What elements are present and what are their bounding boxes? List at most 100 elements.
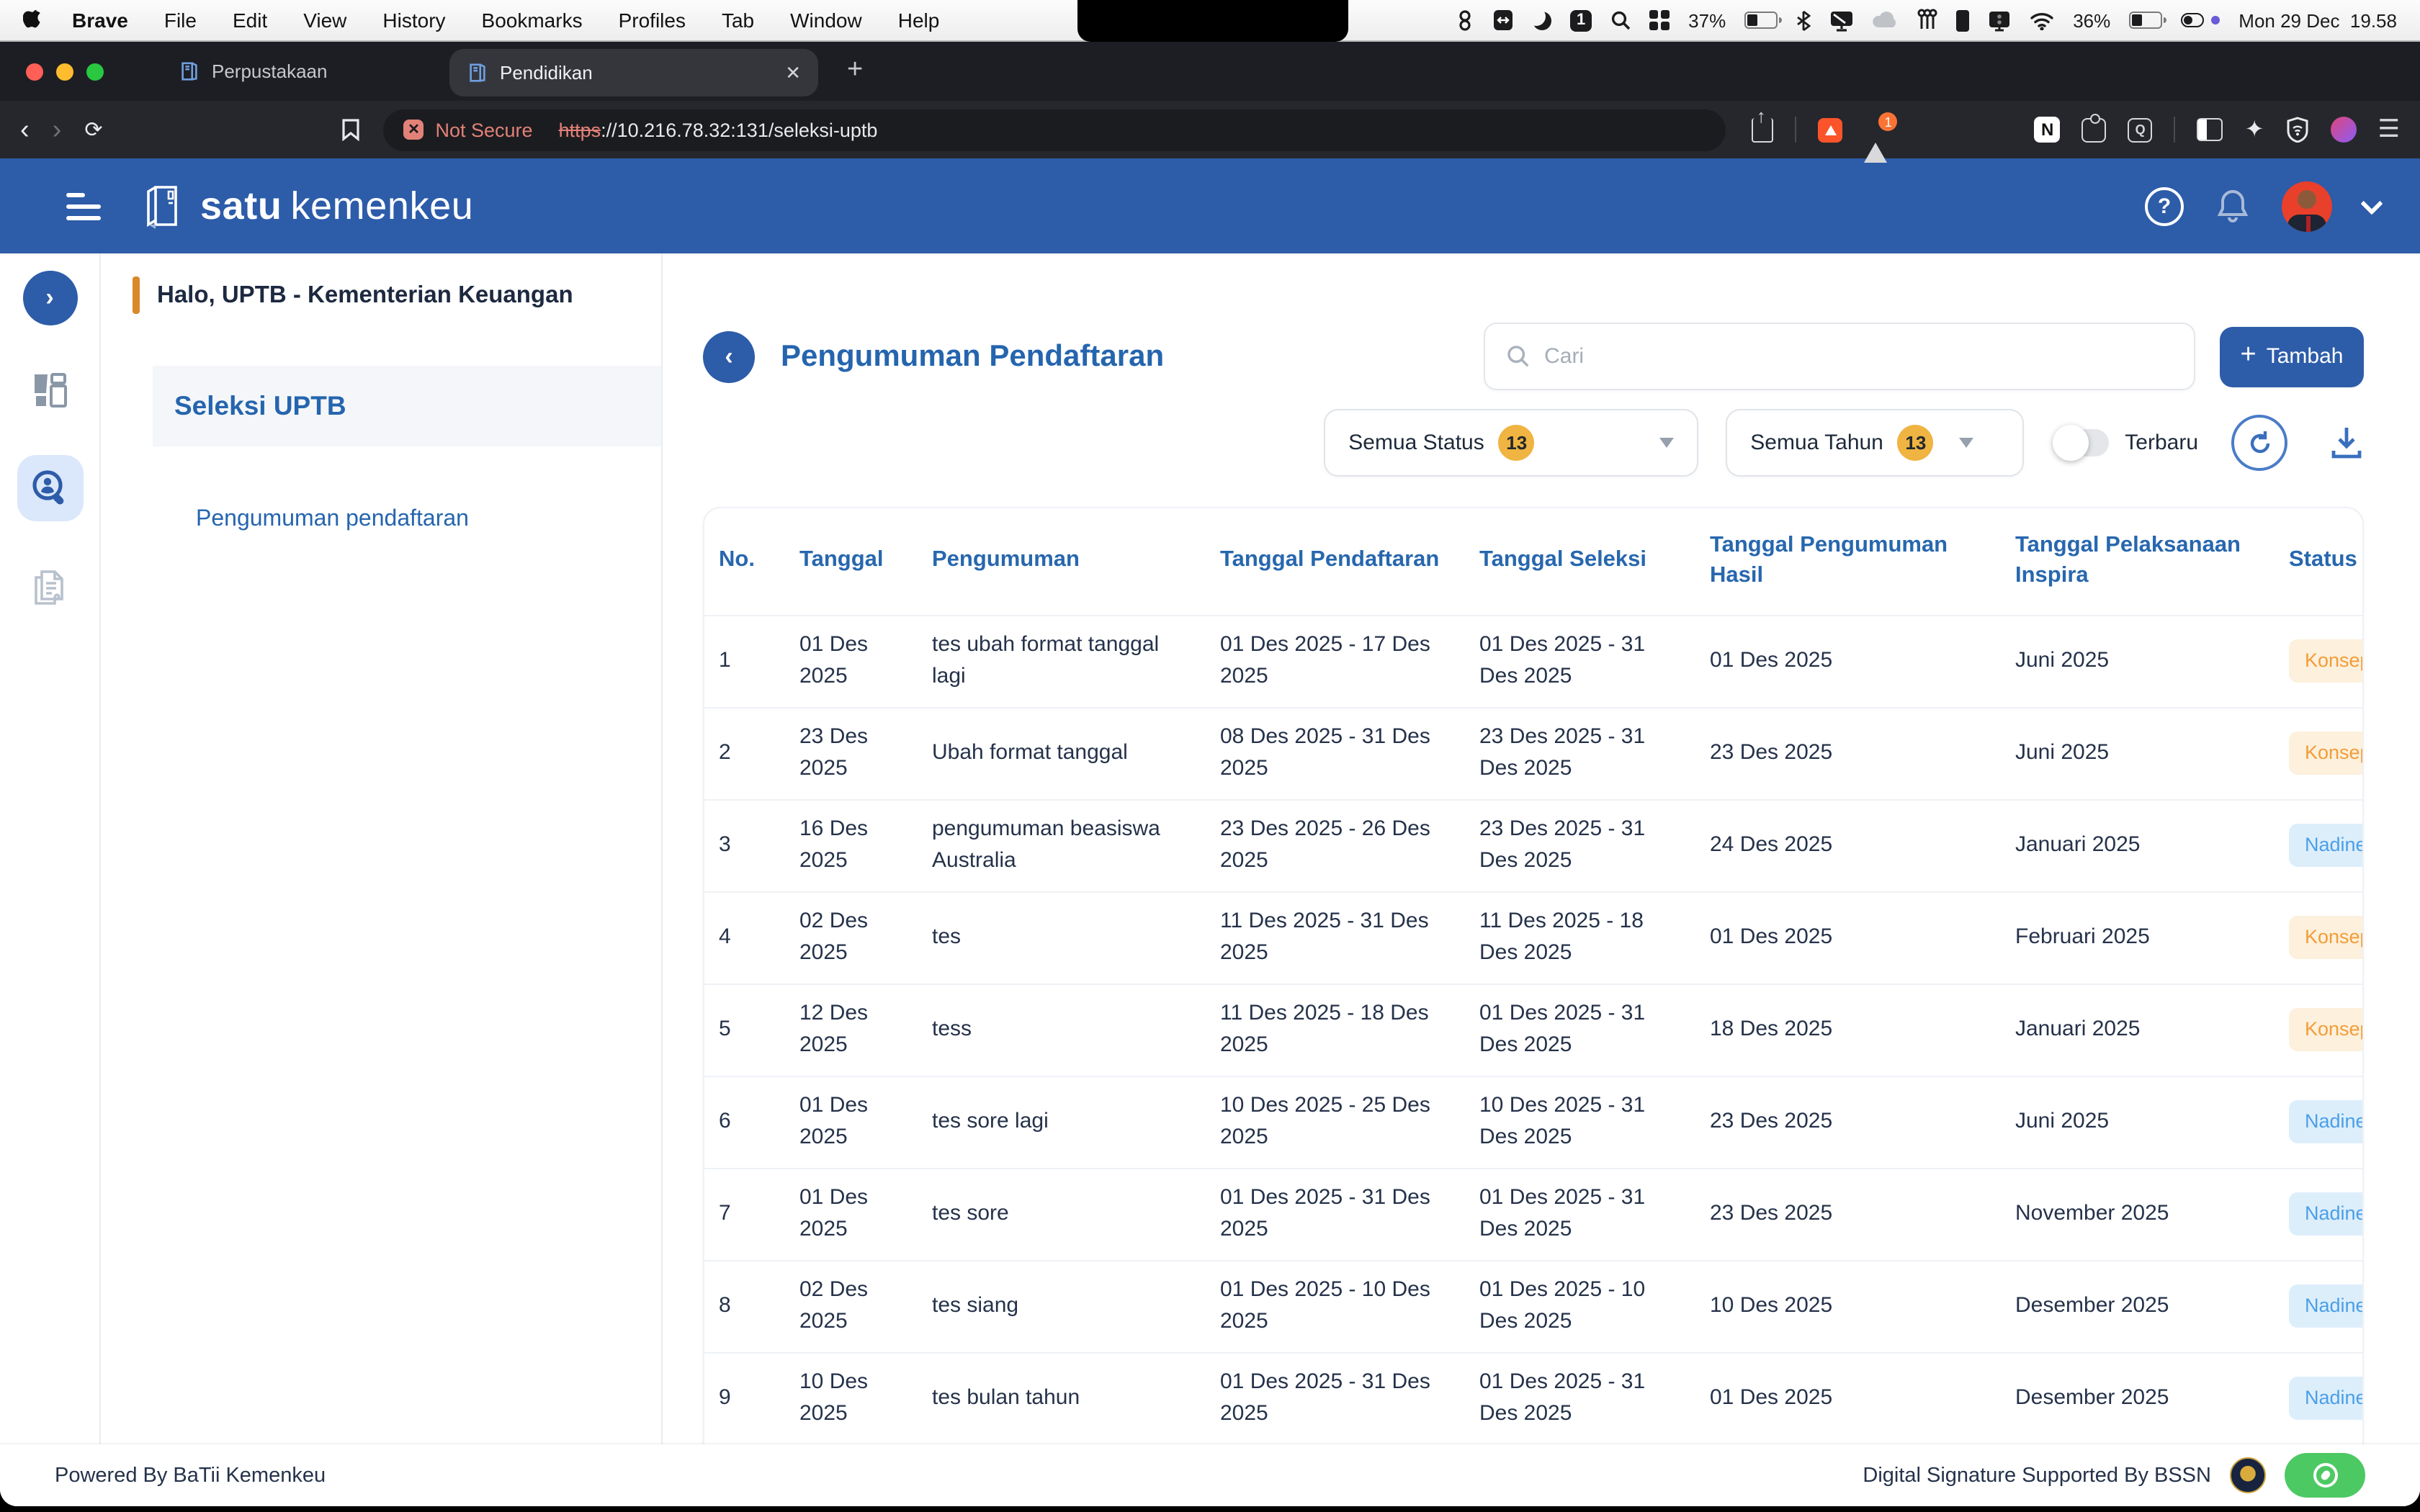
extensions-puzzle-icon[interactable] [2082,117,2107,142]
app-menu-icon[interactable] [66,192,101,220]
table-row[interactable]: 223 Des 2025Ubah format tanggal08 Des 20… [704,708,2364,800]
share-icon[interactable] [1752,117,1774,142]
cell-tanggal: 01 Des 2025 [785,616,918,708]
rail-item-seleksi[interactable] [17,455,83,521]
apple-menu-icon[interactable] [23,9,43,32]
whatsapp-button[interactable] [2285,1453,2365,1498]
caret-down-icon [1659,438,1674,448]
not-secure-icon: ✕ [403,120,424,140]
chevron-down-icon[interactable] [2360,192,2383,214]
notion-extension-icon[interactable]: N [2035,117,2061,143]
search-box[interactable] [1484,323,2195,390]
app-header: satukemenkeu ? [0,158,2420,253]
terbaru-toggle-label: Terbaru [2125,431,2198,455]
menu-item[interactable]: File [164,9,197,32]
cell-tanggal: 02 Des 2025 [785,1261,918,1353]
rail-item-dashboard[interactable] [17,357,83,423]
url-bar[interactable]: ✕ Not Secure https://10.216.78.32:131/se… [383,109,1726,150]
user-avatar[interactable] [2282,181,2332,231]
cell-pendaftaran: 01 Des 2025 - 31 Des 2025 [1206,1353,1465,1445]
expand-sidebar-button[interactable]: › [22,271,77,325]
new-tab-button[interactable]: + [847,55,863,86]
menu-item[interactable]: Edit [233,9,267,32]
cell-seleksi: 23 Des 2025 - 31 Des 2025 [1465,708,1695,800]
search-input[interactable] [1544,344,2172,369]
table-row[interactable]: 512 Des 2025tess11 Des 2025 - 18 Des 202… [704,984,2364,1076]
phone-mirroring-icon[interactable] [1492,9,1514,32]
table-row[interactable]: 910 Des 2025tes bulan tahun01 Des 2025 -… [704,1353,2364,1445]
table-row[interactable]: 601 Des 2025tes sore lagi10 Des 2025 - 2… [704,1076,2364,1169]
menubar-clock[interactable]: Mon 29 Dec 19.58 [2238,9,2397,31]
cell-seleksi: 01 Des 2025 - 31 Des 2025 [1465,616,1695,708]
table-row[interactable]: 101 Des 2025tes ubah format tanggal lagi… [704,616,2364,708]
window-grid-icon[interactable] [1649,10,1670,30]
cell-pendaftaran: 01 Des 2025 - 10 Des 2025 [1206,1261,1465,1353]
tab-pendidikan[interactable]: Pendidikan ✕ [449,49,818,96]
menu-item[interactable]: Bookmarks [482,9,583,32]
shortcuts-keys-icon[interactable] [1917,9,1937,32]
brave-rewards-icon[interactable] [1819,117,1843,142]
focus-moon-icon[interactable] [1533,11,1551,30]
screen: Brave File Edit View History Bookmarks Profile… [0,0,2420,1512]
status-filter-dropdown[interactable]: Semua Status 13 [1324,409,1698,477]
close-window-button[interactable] [26,63,43,80]
table-row[interactable]: 402 Des 2025tes11 Des 2025 - 31 Des 2025… [704,892,2364,984]
vpn-badge-icon[interactable]: 1 [1865,118,1891,141]
control-center-icon[interactable] [2181,13,2204,27]
tab-perpustakaan[interactable]: Perpustakaan [179,60,327,82]
tab-favicon [179,60,200,82]
brave-shield-icon[interactable] [2286,117,2309,143]
iphone-icon[interactable] [1956,9,1969,31]
terbaru-toggle[interactable] [2060,429,2109,456]
menu-item[interactable]: Profiles [619,9,686,32]
sidebar-section-seleksi-uptb[interactable]: Seleksi UPTB [153,366,661,446]
spotlight-search-icon[interactable] [1610,10,1631,30]
status-filter-label: Semua Status [1348,431,1484,455]
cell-pengumuman: tes sore lagi [918,1076,1206,1169]
notifications-bell-icon[interactable] [2215,187,2250,225]
close-tab-icon[interactable]: ✕ [785,61,801,84]
leo-ai-icon[interactable]: ✦ [2245,115,2264,144]
table-row[interactable]: 316 Des 2025pengumuman beasiswa Australi… [704,800,2364,892]
year-filter-dropdown[interactable]: Semua Tahun 13 [1726,409,2024,477]
menu-item[interactable]: View [303,9,346,32]
sidecar-display-icon[interactable] [1988,9,2011,31]
keyboard-icon[interactable] [1456,9,1474,32]
display-icon[interactable] [1829,9,1854,31]
cloud-icon[interactable] [1873,12,1899,29]
cell-tanggal: 01 Des 2025 [785,1076,918,1169]
table-row[interactable]: 701 Des 2025tes sore01 Des 2025 - 31 Des… [704,1169,2364,1261]
add-button[interactable]: + Tambah [2220,326,2364,387]
status-badge: Konsep [2289,639,2364,683]
search-app-icon[interactable]: Q [2128,117,2153,142]
menu-item[interactable]: Brave [72,9,128,32]
filter-row: Semua Status 13 Semua Tahun 13 Terbaru [703,409,2364,477]
wifi-icon[interactable] [2030,11,2054,30]
profile-avatar-icon[interactable] [2331,117,2357,143]
reload-icon[interactable]: ⟳ [84,119,102,140]
download-button[interactable] [2329,424,2364,462]
column-header: Tanggal Pelaksanaan Inspira [2001,508,2275,616]
forward-icon[interactable]: › [53,116,62,143]
menu-item[interactable]: Window [790,9,862,32]
menu-item[interactable]: Help [898,9,940,32]
bluetooth-icon[interactable] [1796,9,1811,31]
alert-badge-icon[interactable]: 1 [1570,9,1592,31]
back-icon[interactable]: ‹ [20,116,30,143]
menu-item[interactable]: History [382,9,445,32]
browser-menu-icon[interactable]: ☰ [2378,115,2401,144]
menu-item[interactable]: Tab [722,9,754,32]
minimize-window-button[interactable] [56,63,73,80]
zoom-window-button[interactable] [86,63,104,80]
rail-item-documents[interactable] [17,553,83,619]
help-icon[interactable]: ? [2145,186,2184,225]
app-logo[interactable]: satukemenkeu [144,181,473,230]
sidebar-item-pengumuman-pendaftaran[interactable]: Pengumuman pendaftaran [196,507,661,533]
back-button[interactable]: ‹ [703,330,755,382]
table-row[interactable]: 802 Des 2025tes siang01 Des 2025 - 10 De… [704,1261,2364,1353]
bookmark-icon[interactable] [341,118,360,141]
cell-status: Nadine [2275,1169,2364,1261]
refresh-button[interactable] [2231,415,2287,471]
sidebar-toggle-icon[interactable] [2197,118,2223,141]
cell-pengumuman: tes bulan tahun [918,1353,1206,1445]
